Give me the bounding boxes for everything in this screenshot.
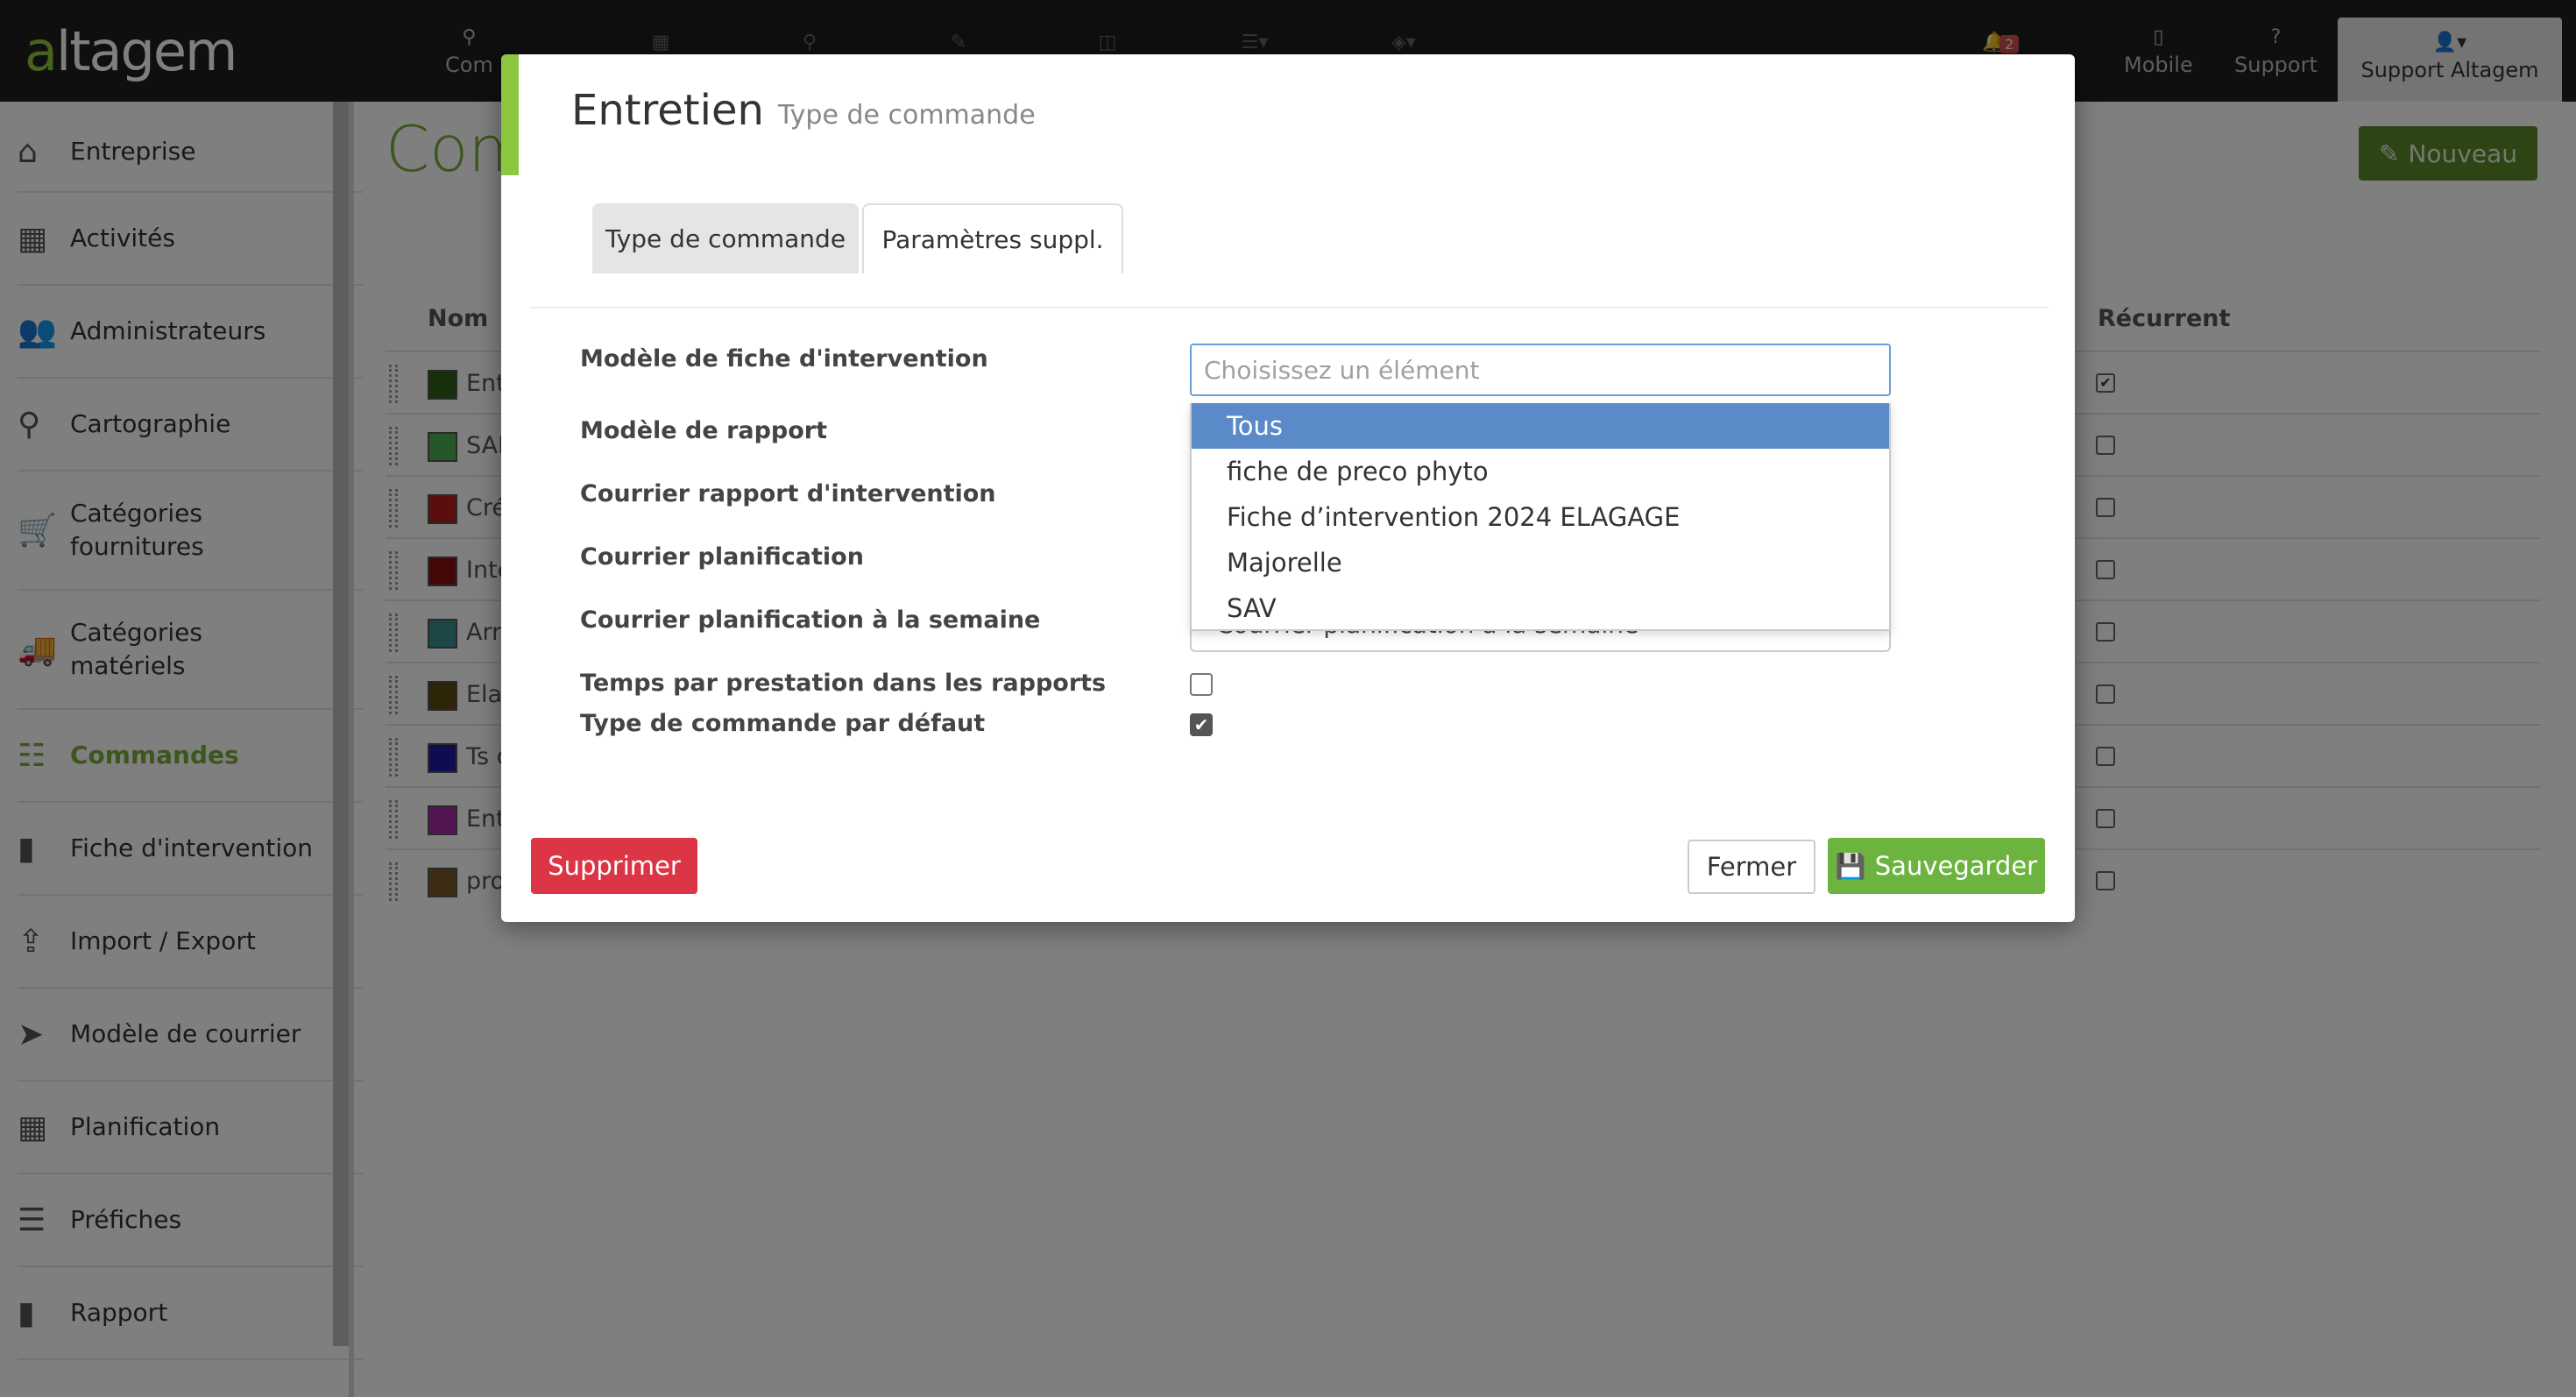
modal-title: Entretien [571, 86, 764, 135]
label-courrier-semaine: Courrier planification à la semaine [580, 606, 1041, 634]
label-courrier-rapport: Courrier rapport d'intervention [580, 480, 996, 507]
floppy-disk-icon: 💾 [1835, 851, 1866, 881]
label-modele-rapport: Modèle de rapport [580, 417, 828, 444]
label-temps-prestation: Temps par prestation dans les rapports [580, 670, 1107, 697]
checkbox-type-defaut[interactable]: ✔ [1190, 713, 1213, 736]
modal-subtitle: Type de commande [778, 100, 1036, 131]
label-courrier-planification: Courrier planification [580, 543, 864, 571]
checkbox-temps-prestation[interactable] [1190, 673, 1213, 696]
dropdown-option[interactable]: Majorelle [1192, 540, 1889, 585]
dropdown-option[interactable]: Fiche d’intervention 2024 ELAGAGE [1192, 494, 1889, 540]
modal-accent-bar [501, 54, 519, 175]
dropdown-option[interactable]: Tous [1192, 403, 1889, 449]
search-input[interactable] [1190, 344, 1891, 396]
save-button-label: Sauvegarder [1874, 851, 2038, 881]
save-button[interactable]: 💾 Sauvegarder [1828, 838, 2045, 894]
dropdown-option[interactable]: SAV [1192, 585, 1889, 629]
dropdown-options-list: Tous fiche de preco phyto Fiche d’interven… [1190, 403, 1891, 631]
tab-divider [529, 307, 2049, 308]
close-button[interactable]: Fermer [1688, 840, 1815, 894]
modal-dialog: Entretien Type de commande Type de comma… [501, 54, 2075, 922]
tab-type-de-commande[interactable]: Type de commande [592, 203, 859, 273]
dropdown-option[interactable]: fiche de preco phyto [1192, 449, 1889, 494]
tab-parametres-suppl[interactable]: Paramètres suppl. [862, 203, 1123, 273]
label-type-defaut: Type de commande par défaut [580, 710, 986, 737]
delete-button[interactable]: Supprimer [531, 838, 697, 894]
label-modele-fiche: Modèle de fiche d'intervention [580, 345, 988, 372]
